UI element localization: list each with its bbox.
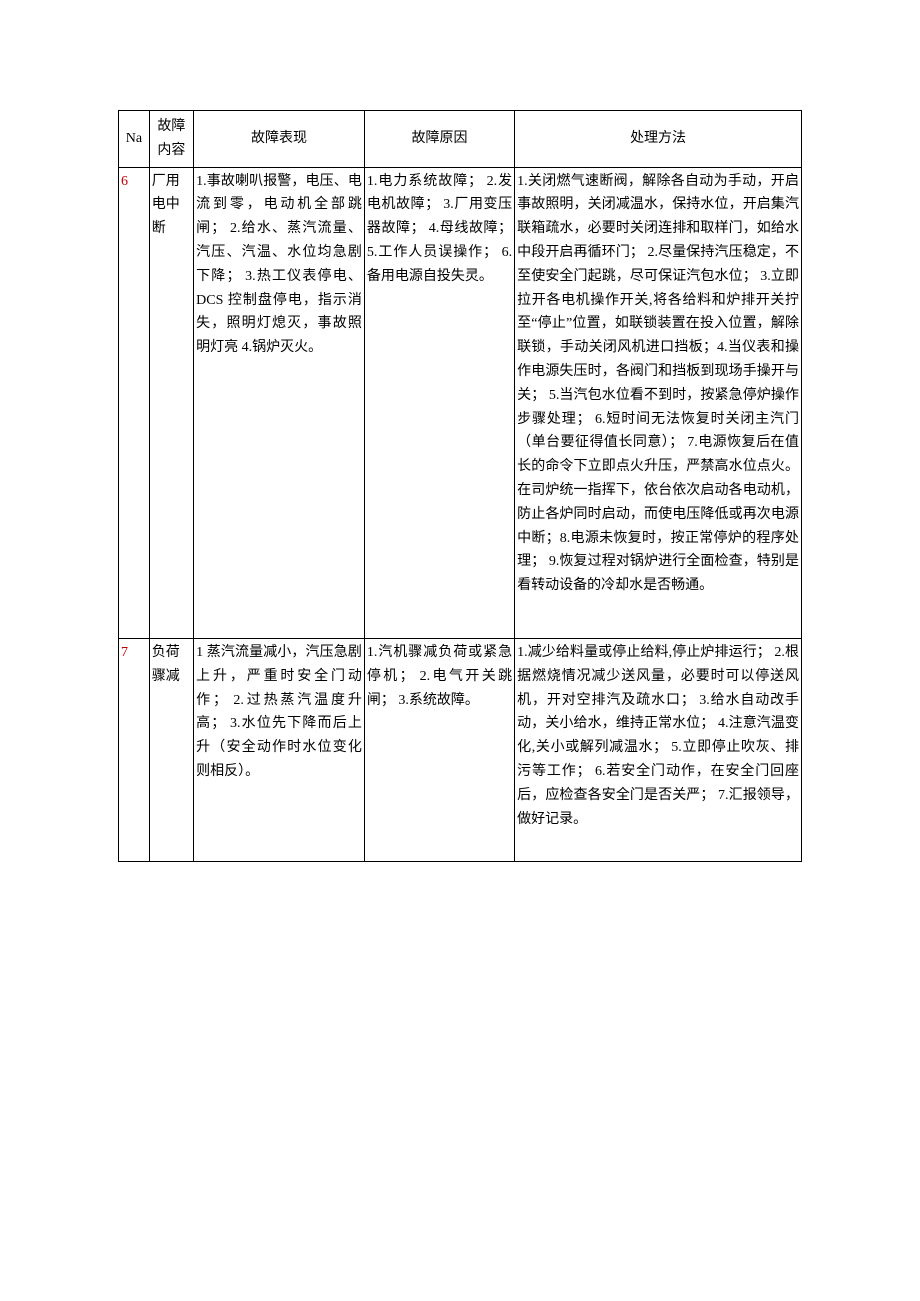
table-row: 7 负荷骤减 1 蒸汽流量减小，汽压急剧上升，严重时安全门动作； 2.过热蒸汽温… bbox=[119, 638, 802, 861]
cell-manifestation: 1.事故喇叭报警，电压、电流到零，电动机全部跳闸； 2.给水、蒸汽流量、汽压、汽… bbox=[194, 167, 365, 638]
cell-cause: 1.汽机骤减负荷或紧急停机； 2.电气开关跳闸； 3.系统故障。 bbox=[364, 638, 514, 861]
header-manifestation: 故障表现 bbox=[194, 111, 365, 168]
table-row: 6 厂用电中断 1.事故喇叭报警，电压、电流到零，电动机全部跳闸； 2.给水、蒸… bbox=[119, 167, 802, 638]
cell-na: 7 bbox=[119, 638, 150, 861]
fault-table: Na 故障内容 故障表现 故障原因 处理方法 6 厂用电中断 1.事故喇叭报警，… bbox=[118, 110, 802, 862]
cell-method: 1.关闭燃气速断阀，解除各自动为手动，开启事故照明，关闭减温水，保持水位，开启集… bbox=[515, 167, 802, 638]
cell-content: 负荷骤减 bbox=[149, 638, 193, 861]
cell-method: 1.减少给料量或停止给料,停止炉排运行； 2.根据燃烧情况减少送风量，必要时可以… bbox=[515, 638, 802, 861]
cell-content: 厂用电中断 bbox=[149, 167, 193, 638]
cell-cause: 1.电力系统故障； 2.发电机故障； 3.厂用变压器故障； 4.母线故障； 5.… bbox=[364, 167, 514, 638]
table-header-row: Na 故障内容 故障表现 故障原因 处理方法 bbox=[119, 111, 802, 168]
header-method: 处理方法 bbox=[515, 111, 802, 168]
cell-manifestation: 1 蒸汽流量减小，汽压急剧上升，严重时安全门动作； 2.过热蒸汽温度升高； 3.… bbox=[194, 638, 365, 861]
header-na: Na bbox=[119, 111, 150, 168]
cell-na: 6 bbox=[119, 167, 150, 638]
header-content: 故障内容 bbox=[149, 111, 193, 168]
header-cause: 故障原因 bbox=[364, 111, 514, 168]
